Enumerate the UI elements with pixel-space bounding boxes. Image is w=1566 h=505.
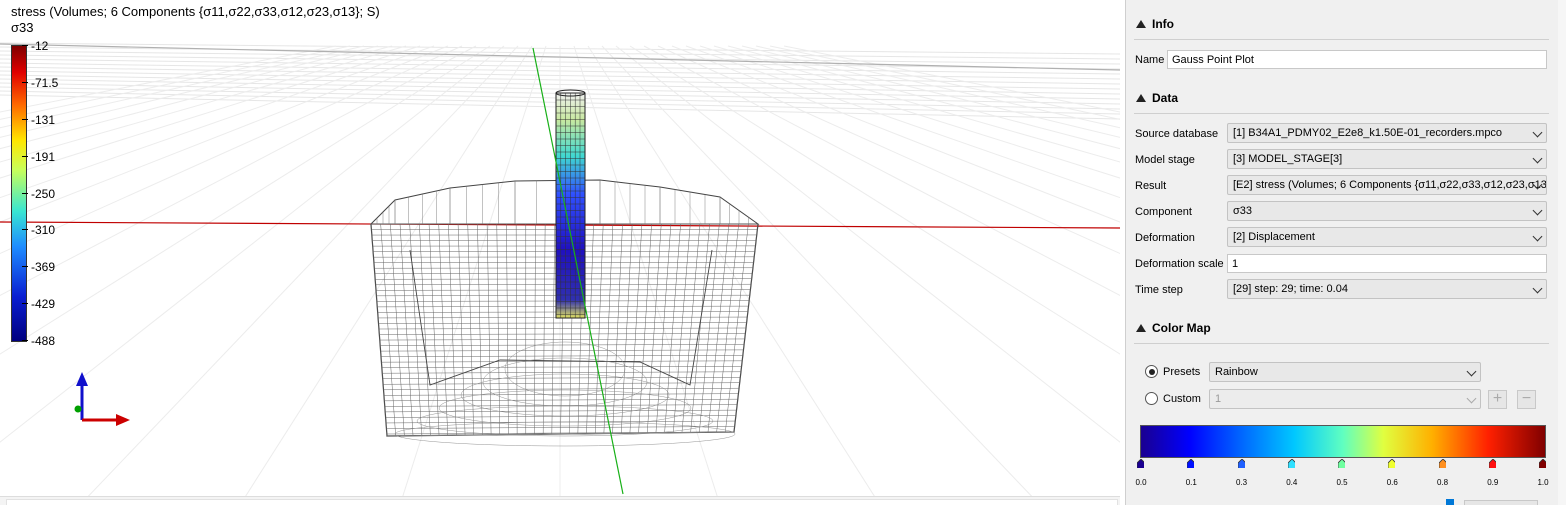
time-step-select[interactable]: [29] step: 29; time: 0.04 bbox=[1227, 279, 1547, 299]
accent-marker bbox=[1446, 499, 1454, 505]
colorbar-tick bbox=[22, 118, 28, 120]
colormap-stop-label: 0.3 bbox=[1235, 478, 1248, 487]
colorbar-label: -429 bbox=[31, 297, 56, 312]
chevron-down-icon bbox=[1532, 231, 1543, 242]
chevron-down-icon bbox=[1532, 127, 1543, 138]
colorbar-tick bbox=[22, 229, 28, 231]
colorbar-label: -369 bbox=[31, 260, 56, 275]
colormap-stop-label: 0.1 bbox=[1185, 478, 1197, 487]
name-label: Name bbox=[1135, 54, 1165, 66]
colorbar-label: -191 bbox=[31, 149, 56, 164]
result-title: stress (Volumes; 6 Components {σ11,σ22,σ… bbox=[11, 4, 380, 19]
custom-select[interactable]: 1 bbox=[1209, 389, 1481, 409]
presets-select[interactable]: Rainbow bbox=[1209, 362, 1481, 382]
deformation-scale-input[interactable]: 1 bbox=[1227, 254, 1547, 273]
deformation-label: Deformation bbox=[1135, 232, 1195, 244]
collapse-triangle-icon bbox=[1136, 324, 1146, 332]
collapse-triangle-icon bbox=[1136, 20, 1146, 28]
ground-grid-line bbox=[587, 45, 881, 505]
axis-triad-icon bbox=[74, 372, 130, 426]
3d-viewport[interactable]: stress (Volumes; 6 Components {σ11,σ22,σ… bbox=[0, 0, 1120, 505]
command-strip[interactable] bbox=[6, 499, 1118, 505]
deformation-select[interactable]: [2] Displacement bbox=[1227, 227, 1547, 247]
ground-grid-line bbox=[657, 45, 1120, 255]
colormap-stop-label: 0.4 bbox=[1286, 478, 1298, 487]
component-label: Component bbox=[1135, 206, 1192, 218]
colorbar-tick bbox=[22, 303, 28, 305]
name-field[interactable]: Gauss Point Plot bbox=[1167, 50, 1547, 69]
colormap-stop-marker[interactable] bbox=[1137, 459, 1144, 468]
chevron-down-icon bbox=[1466, 366, 1477, 377]
ground-grid-line bbox=[615, 45, 1120, 443]
chevron-down-icon bbox=[1532, 205, 1543, 216]
apply-button[interactable] bbox=[1464, 500, 1538, 505]
colorbar-tick bbox=[22, 155, 28, 157]
chevron-down-icon bbox=[1532, 283, 1543, 294]
colorbar-label: -12 bbox=[31, 39, 49, 53]
ground-grid-line bbox=[0, 45, 421, 179]
colorbar-tick bbox=[22, 45, 28, 46]
ground-grid-line bbox=[79, 45, 519, 505]
colormap-section-header[interactable]: Color Map bbox=[1134, 321, 1549, 344]
model-stage-label: Model stage bbox=[1135, 154, 1195, 166]
colorbar-label: -250 bbox=[31, 186, 56, 201]
ground-grid-line bbox=[601, 45, 1041, 505]
time-step-label: Time step bbox=[1135, 284, 1183, 296]
info-section-header[interactable]: Info bbox=[1134, 17, 1549, 40]
chevron-down-icon bbox=[1466, 393, 1477, 404]
colorbar-label: -71.5 bbox=[31, 75, 59, 90]
component-select[interactable]: σ33 bbox=[1227, 201, 1547, 221]
collapse-triangle-icon bbox=[1136, 94, 1146, 102]
colormap-stop-label: 0.9 bbox=[1487, 478, 1499, 487]
properties-panel: Info Name Gauss Point Plot Data Source d… bbox=[1125, 0, 1566, 505]
chevron-down-icon bbox=[1532, 153, 1543, 164]
colorbar-tick bbox=[22, 266, 28, 268]
colormap-stop-marker[interactable] bbox=[1287, 459, 1295, 468]
component-label: σ33 bbox=[11, 20, 34, 35]
presets-label: Presets bbox=[1163, 366, 1201, 378]
colormap-gradient-preview[interactable] bbox=[1140, 425, 1546, 458]
colorbar-label: -131 bbox=[31, 112, 56, 127]
colormap-stop-label: 0.5 bbox=[1336, 478, 1348, 487]
colormap-stop-marker[interactable] bbox=[1488, 459, 1496, 468]
custom-label: Custom bbox=[1163, 393, 1201, 405]
colorbar-tick bbox=[22, 340, 28, 341]
colormap-stop-label: 0.0 bbox=[1135, 478, 1147, 487]
add-stop-button[interactable]: + bbox=[1488, 390, 1507, 409]
custom-radio[interactable] bbox=[1145, 392, 1158, 405]
colorbar bbox=[11, 45, 27, 342]
colormap-stop-marker[interactable] bbox=[1438, 459, 1446, 468]
result-select[interactable]: [E2] stress (Volumes; 6 Components {σ11,… bbox=[1227, 175, 1547, 195]
panel-scrollbar[interactable] bbox=[1558, 0, 1566, 505]
ground-grid-line bbox=[783, 45, 1120, 113]
ground-grid-line bbox=[0, 45, 435, 199]
colorbar-label: -488 bbox=[31, 334, 56, 348]
colorbar-tick bbox=[22, 81, 28, 83]
colormap-stop-label: 1.0 bbox=[1537, 478, 1549, 487]
data-section-header[interactable]: Data bbox=[1134, 91, 1549, 114]
colormap-stop-marker[interactable] bbox=[1388, 459, 1396, 468]
result-label: Result bbox=[1135, 180, 1167, 192]
model-stage-select[interactable]: [3] MODEL_STAGE[3] bbox=[1227, 149, 1547, 169]
colormap-stop-marker[interactable] bbox=[1237, 459, 1245, 468]
ground-grid-line bbox=[0, 45, 505, 443]
colorbar-label: -310 bbox=[31, 223, 56, 238]
model-mesh-view[interactable] bbox=[0, 0, 1120, 505]
colormap-stop-label: 0.6 bbox=[1386, 478, 1398, 487]
colormap-stop-marker[interactable] bbox=[1539, 459, 1546, 468]
ground-grid-line bbox=[573, 45, 721, 505]
colormap-stop-marker[interactable] bbox=[1187, 459, 1195, 468]
source-database-select[interactable]: [1] B34A1_PDMY02_E2e8_k1.50E-01_recorder… bbox=[1227, 123, 1547, 143]
deformation-scale-label: Deformation scale bbox=[1135, 258, 1224, 270]
remove-stop-button[interactable]: − bbox=[1517, 390, 1536, 409]
presets-radio[interactable] bbox=[1145, 365, 1158, 378]
colorbar-tick bbox=[22, 192, 28, 194]
colormap-stop-marker[interactable] bbox=[1338, 459, 1345, 468]
source-database-label: Source database bbox=[1135, 128, 1219, 140]
colormap-stop-label: 0.8 bbox=[1436, 478, 1449, 487]
